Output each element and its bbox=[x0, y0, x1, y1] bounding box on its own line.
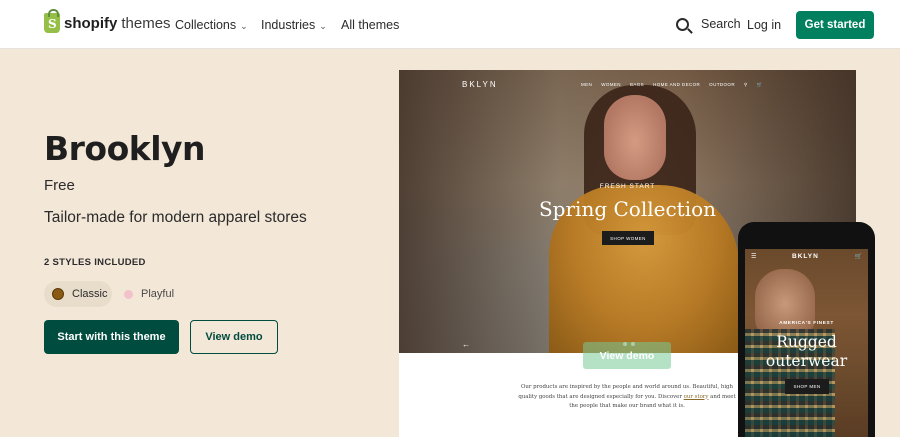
top-nav: S shopify themes Collections ⌄ Industries… bbox=[0, 0, 900, 49]
preview-nav-item: WOMEN bbox=[601, 82, 621, 87]
login-link[interactable]: Log in bbox=[747, 18, 781, 32]
preview-kicker: FRESH START bbox=[599, 183, 656, 190]
search-icon: ⚲ bbox=[743, 82, 748, 87]
model-face bbox=[604, 95, 666, 180]
arrow-left-icon: ← bbox=[462, 340, 470, 349]
nav-industries[interactable]: Industries ⌄ bbox=[261, 18, 327, 32]
mobile-store-logo: BKLYN bbox=[792, 252, 819, 260]
mobile-headline: Rugged outerwear bbox=[745, 333, 868, 371]
preview-nav-item: MEN bbox=[581, 82, 593, 87]
search-label: Search bbox=[701, 17, 741, 31]
nav-all-themes-label: All themes bbox=[341, 18, 400, 32]
style-label-classic: Classic bbox=[72, 288, 108, 300]
preview-story-link: our story bbox=[683, 393, 709, 400]
shopify-bag-icon: S bbox=[44, 9, 60, 33]
menu-icon: ☰ bbox=[751, 253, 757, 260]
style-label-playful: Playful bbox=[141, 288, 175, 300]
shopify-themes-logo[interactable]: S shopify themes bbox=[44, 9, 171, 33]
nav-collections[interactable]: Collections ⌄ bbox=[175, 18, 248, 32]
preview-store-logo: BKLYN bbox=[462, 80, 498, 89]
chevron-down-icon: ⌄ bbox=[319, 21, 327, 31]
start-with-theme-button[interactable]: Start with this theme bbox=[44, 320, 179, 354]
mobile-preview-screen[interactable]: ☰ BKLYN 🛒 AMERICA'S FINEST Rugged outerw… bbox=[745, 249, 868, 437]
preview-nav-item: BAGS bbox=[629, 82, 645, 87]
styles-heading: 2 STYLES INCLUDED bbox=[44, 257, 146, 268]
nav-collections-label: Collections bbox=[175, 18, 237, 32]
preview-nav-item: HOME AND DECOR bbox=[653, 82, 701, 87]
nav-industries-label: Industries bbox=[261, 18, 316, 32]
mobile-kicker: AMERICA'S FINEST bbox=[779, 321, 834, 326]
theme-price: Free bbox=[44, 177, 75, 194]
preview-body-text: Our products are inspired by the people … bbox=[514, 383, 740, 412]
nav-all-themes[interactable]: All themes bbox=[341, 18, 399, 32]
style-option-classic[interactable]: Classic bbox=[44, 281, 112, 307]
hover-view-demo-label[interactable]: View demo bbox=[583, 342, 671, 369]
preview-store-nav: MEN WOMEN BAGS HOME AND DECOR OUTDOOR ⚲ … bbox=[581, 82, 763, 88]
theme-tagline: Tailor-made for modern apparel stores bbox=[44, 209, 307, 226]
classic-swatch bbox=[52, 288, 64, 300]
mobile-store-header: ☰ BKLYN 🛒 bbox=[745, 249, 868, 263]
cart-icon: 🛒 bbox=[854, 253, 862, 260]
logo-brand: shopify bbox=[64, 14, 118, 32]
theme-title: Brooklyn bbox=[44, 129, 206, 168]
preview-headline: Spring Collection bbox=[538, 197, 717, 221]
playful-swatch bbox=[124, 289, 133, 299]
search-button[interactable]: Search bbox=[676, 17, 741, 31]
mobile-headline-line1: Rugged bbox=[776, 333, 837, 351]
mobile-headline-line2: outerwear bbox=[765, 352, 848, 370]
search-icon bbox=[676, 17, 689, 31]
style-option-playful[interactable]: Playful bbox=[124, 281, 184, 307]
chevron-down-icon: ⌄ bbox=[240, 21, 248, 31]
preview-nav-item: OUTDOOR bbox=[709, 82, 735, 87]
get-started-button[interactable]: Get started bbox=[796, 11, 874, 39]
mobile-shop-button: SHOP MEN bbox=[785, 379, 829, 394]
logo-suffix: themes bbox=[121, 14, 171, 32]
preview-shop-button: SHOP WOMEN bbox=[602, 231, 654, 245]
cart-icon: 🛒 bbox=[756, 82, 763, 87]
view-demo-button[interactable]: View demo bbox=[190, 320, 278, 354]
